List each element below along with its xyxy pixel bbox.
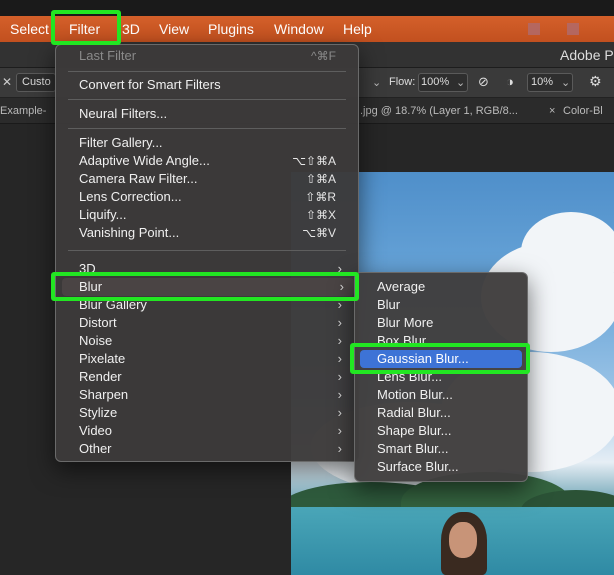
menu-separator bbox=[68, 71, 346, 72]
chevron-down-icon[interactable]: ⌄ bbox=[561, 76, 570, 89]
menu-item-neural-filters[interactable]: Neural Filters... bbox=[56, 105, 358, 123]
menu-view[interactable]: View bbox=[159, 16, 189, 42]
menu-item-last-filter: Last Filter ^⌘F bbox=[79, 48, 336, 63]
preset-label: Custo bbox=[22, 76, 51, 88]
chevron-right-icon: › bbox=[337, 423, 342, 438]
smoothing-value: 10% bbox=[531, 76, 554, 88]
filter-menu: Last Filter ^⌘F Convert for Smart Filter… bbox=[55, 44, 359, 462]
highlight-blur-item bbox=[51, 272, 359, 301]
highlight-filter-menu bbox=[51, 10, 121, 45]
chevron-right-icon: › bbox=[337, 351, 342, 366]
flow-value: 100% bbox=[421, 76, 450, 88]
menu-item-adaptive-wide-angle[interactable]: Adaptive Wide Angle... ⌥⇧⌘A bbox=[56, 152, 358, 170]
tab-color-blend[interactable]: Color-Bl bbox=[563, 105, 603, 117]
chevron-right-icon: › bbox=[337, 405, 342, 420]
chevron-right-icon: › bbox=[337, 387, 342, 402]
menu-item-render[interactable]: Render › bbox=[56, 368, 358, 386]
submenu-item-blur[interactable]: Blur bbox=[355, 296, 527, 314]
brush-tool-icon[interactable]: ✕ bbox=[2, 75, 12, 89]
chevron-right-icon: › bbox=[337, 315, 342, 330]
app-title: Adobe Pl bbox=[560, 47, 614, 63]
submenu-item-motion-blur[interactable]: Motion Blur... bbox=[355, 386, 527, 404]
photo-cloud bbox=[521, 212, 614, 292]
menu-item-pixelate[interactable]: Pixelate › bbox=[56, 350, 358, 368]
menu-item-sharpen[interactable]: Sharpen › bbox=[56, 386, 358, 404]
menu-window[interactable]: Window bbox=[274, 16, 324, 42]
highlight-gaussian-blur bbox=[350, 343, 530, 374]
menu-item-video[interactable]: Video › bbox=[56, 422, 358, 440]
menu-item-distort[interactable]: Distort › bbox=[56, 314, 358, 332]
menu-separator bbox=[68, 99, 346, 100]
status-icon[interactable] bbox=[528, 23, 540, 35]
menu-item-other[interactable]: Other › bbox=[56, 440, 358, 458]
tab-example[interactable]: Example- bbox=[0, 105, 46, 117]
menu-item-liquify[interactable]: Liquify... ⇧⌘X bbox=[56, 206, 358, 224]
menu-separator bbox=[68, 250, 346, 251]
chevron-down-icon[interactable]: ⌄ bbox=[372, 76, 381, 89]
submenu-item-average[interactable]: Average bbox=[355, 278, 527, 296]
pressure-icon[interactable]: ◑ bbox=[506, 74, 514, 89]
airbrush-icon[interactable]: ⊘ bbox=[478, 74, 489, 90]
menu-item-camera-raw[interactable]: Camera Raw Filter... ⇧⌘A bbox=[56, 170, 358, 188]
menu-help[interactable]: Help bbox=[343, 16, 372, 42]
menu-select[interactable]: Select bbox=[10, 16, 49, 42]
tab-active-document[interactable]: .jpg @ 18.7% (Layer 1, RGB/8... bbox=[360, 105, 518, 117]
tab-close-icon[interactable]: × bbox=[549, 105, 555, 117]
chevron-right-icon: › bbox=[337, 333, 342, 348]
chevron-right-icon: › bbox=[337, 369, 342, 384]
chevron-right-icon: › bbox=[337, 441, 342, 456]
blur-submenu: Average Blur Blur More Box Blur... Gauss… bbox=[354, 272, 528, 482]
gear-icon[interactable]: ⚙ bbox=[589, 73, 602, 90]
status-icon[interactable] bbox=[567, 23, 579, 35]
menu-item-filter-gallery[interactable]: Filter Gallery... bbox=[56, 134, 358, 152]
menu-separator bbox=[68, 128, 346, 129]
menu-3d[interactable]: 3D bbox=[122, 16, 140, 42]
menu-item-lens-correction[interactable]: Lens Correction... ⇧⌘R bbox=[56, 188, 358, 206]
photo-person-face bbox=[449, 522, 477, 558]
menu-plugins[interactable]: Plugins bbox=[208, 16, 254, 42]
submenu-item-blur-more[interactable]: Blur More bbox=[355, 314, 527, 332]
menu-item-convert-smart-filters[interactable]: Convert for Smart Filters bbox=[56, 76, 358, 94]
flow-label: Flow: bbox=[389, 76, 416, 88]
menu-item-noise[interactable]: Noise › bbox=[56, 332, 358, 350]
menu-item-stylize[interactable]: Stylize › bbox=[56, 404, 358, 422]
chevron-down-icon[interactable]: ⌄ bbox=[456, 76, 465, 89]
submenu-item-shape-blur[interactable]: Shape Blur... bbox=[355, 422, 527, 440]
submenu-item-radial-blur[interactable]: Radial Blur... bbox=[355, 404, 527, 422]
submenu-item-smart-blur[interactable]: Smart Blur... bbox=[355, 440, 527, 458]
submenu-item-surface-blur[interactable]: Surface Blur... bbox=[355, 458, 527, 476]
menu-item-vanishing-point[interactable]: Vanishing Point... ⌥⌘V bbox=[56, 224, 358, 242]
